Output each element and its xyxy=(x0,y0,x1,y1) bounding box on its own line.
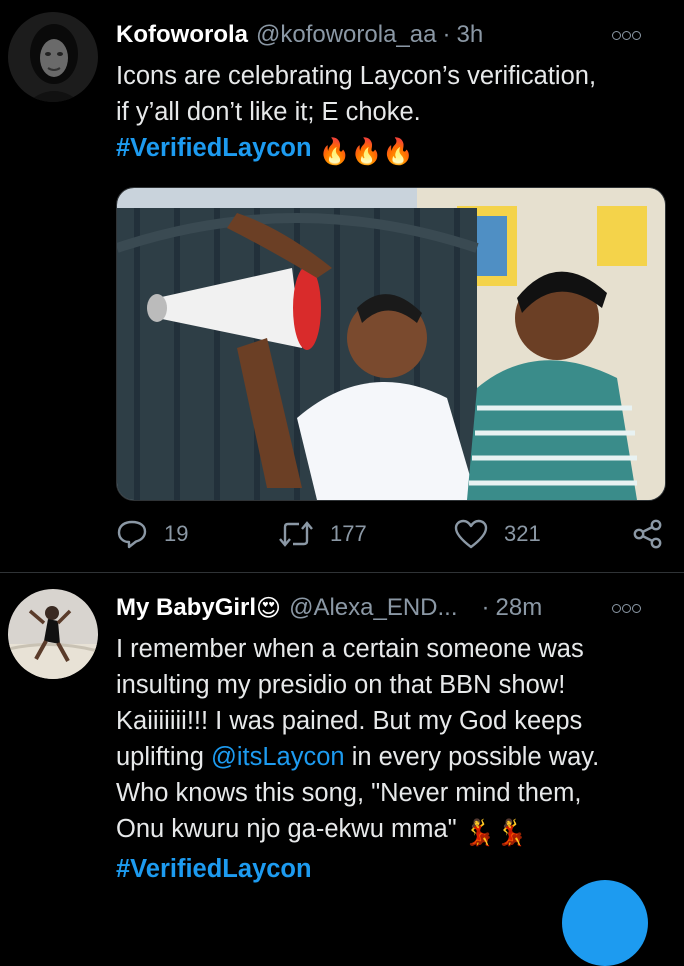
separator-dot: · xyxy=(442,21,451,48)
tweet-text-line: Kaiiiiiii!!! I was pained. But my God ke… xyxy=(116,707,583,735)
like-count: 321 xyxy=(504,521,541,546)
tweet-text-line: Onu kwuru njo ga-ekwu mma" 💃💃 xyxy=(116,811,660,851)
user-handle[interactable]: @kofoworola_aa xyxy=(256,21,436,49)
user-handle[interactable]: @Alexa_END... xyxy=(289,594,457,622)
text-fragment: Onu kwuru njo ga-ekwu mma" xyxy=(116,815,464,843)
dancer-emoji: 💃💃 xyxy=(463,819,528,847)
reply-icon xyxy=(117,520,147,549)
hashtag-link[interactable]: #VerifiedLaycon xyxy=(116,134,312,162)
tweet-header: Kofoworola @kofoworola_aa · 3h xyxy=(116,18,664,52)
tweet-1[interactable]: Kofoworola @kofoworola_aa · 3h Icons are… xyxy=(0,0,684,570)
heart-eyes-emoji: 😍 xyxy=(256,594,282,622)
tweet-text: Icons are celebrating Laycon’s verificat… xyxy=(116,58,660,170)
tweet-text-line: if y’all don’t like it; E choke. xyxy=(116,98,421,126)
tweet-header: My BabyGirl 😍 @Alexa_END... · 28m xyxy=(116,591,664,625)
tweet-text-line: Who knows this song, "Never mind them, xyxy=(116,779,582,807)
text-fragment: uplifting xyxy=(116,743,211,771)
tweet-text-line: uplifting @itsLaycon in every possible w… xyxy=(116,739,660,775)
tweet-text-line: insulting my presidio on that BBN show! xyxy=(116,671,566,699)
mention-link[interactable]: @itsLaycon xyxy=(211,743,345,771)
avatar-kofoworola[interactable] xyxy=(8,12,98,102)
like-button[interactable]: 321 xyxy=(454,514,541,554)
reply-count: 19 xyxy=(164,521,189,546)
reply-button[interactable]: 19 xyxy=(116,514,188,554)
compose-tweet-button[interactable] xyxy=(562,880,648,966)
display-name[interactable]: Kofoworola xyxy=(116,21,248,49)
retweet-button[interactable]: 177 xyxy=(278,514,367,554)
tweet-photo[interactable] xyxy=(116,187,666,501)
more-options-icon[interactable] xyxy=(612,602,642,614)
tweet-text: I remember when a certain someone was in… xyxy=(116,631,660,887)
separator-dot: · xyxy=(481,594,490,621)
hashtag-link[interactable]: #VerifiedLaycon xyxy=(116,855,312,883)
timestamp[interactable]: 3h xyxy=(456,21,483,49)
text-fragment: in every possible way. xyxy=(344,743,600,771)
tweet-actions: 19 177 321 xyxy=(116,514,664,554)
share-button[interactable] xyxy=(632,514,680,554)
avatar-my-babygirl[interactable] xyxy=(8,589,98,679)
tweet-2[interactable]: My BabyGirl 😍 @Alexa_END... · 28m I reme… xyxy=(0,573,684,895)
timestamp[interactable]: 28m xyxy=(496,594,543,622)
heart-icon xyxy=(454,519,488,549)
tweet-text-line: I remember when a certain someone was xyxy=(116,635,584,663)
retweet-icon xyxy=(279,521,313,547)
retweet-count: 177 xyxy=(330,521,367,546)
more-options-icon[interactable] xyxy=(612,29,642,41)
display-name[interactable]: My BabyGirl xyxy=(116,594,256,622)
fire-emoji: 🔥🔥🔥 xyxy=(318,138,414,166)
tweet-text-line: Icons are celebrating Laycon’s verificat… xyxy=(116,62,597,90)
share-icon xyxy=(633,519,662,549)
